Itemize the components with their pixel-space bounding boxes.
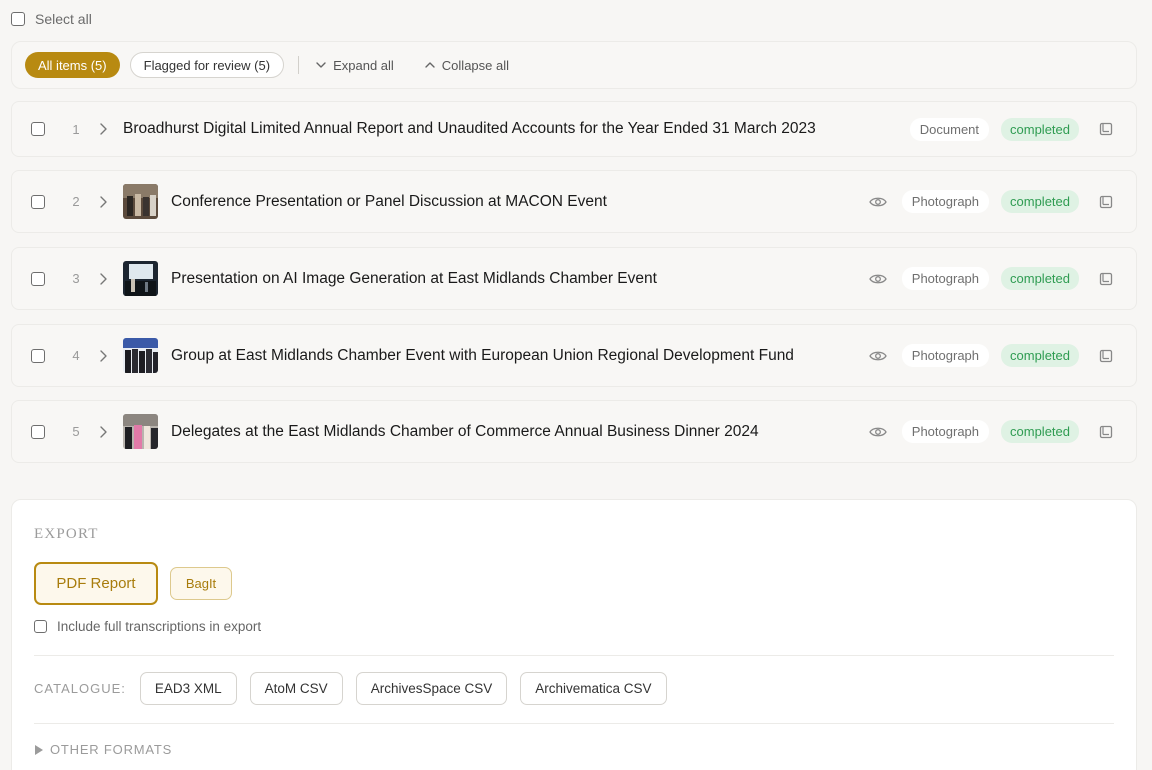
book-icon[interactable] [1099, 272, 1113, 286]
archivematica-csv-button[interactable]: Archivematica CSV [520, 672, 667, 705]
item-thumbnail[interactable] [123, 414, 158, 449]
divider [34, 655, 1114, 656]
type-badge: Document [909, 117, 990, 141]
expand-all-label: Expand all [333, 57, 394, 73]
atom-csv-button[interactable]: AtoM CSV [249, 672, 343, 705]
catalogue-label: CATALOGUE: [34, 681, 126, 696]
expand-all-button[interactable]: Expand all [315, 58, 394, 73]
select-all-label: Select all [35, 11, 92, 27]
export-panel: EXPORT PDF Report BagIt Include full tra… [11, 499, 1137, 770]
item-checkbox[interactable] [31, 271, 45, 286]
item-number: 4 [72, 348, 80, 363]
list-item[interactable]: 2 Conference Presentation or Panel Discu… [11, 170, 1137, 233]
list-item[interactable]: 3 Presentation on AI Image Generation at… [11, 247, 1137, 310]
chevron-right-icon[interactable] [99, 195, 109, 208]
status-badge: completed [1001, 420, 1079, 443]
archivesspace-csv-button[interactable]: ArchivesSpace CSV [355, 672, 508, 705]
divider [34, 723, 1114, 724]
chevron-right-icon[interactable] [99, 123, 109, 135]
include-transcriptions-option[interactable]: Include full transcriptions in export [34, 619, 261, 634]
filter-all-items[interactable]: All items (5) [25, 52, 120, 78]
ead3-xml-button[interactable]: EAD3 XML [139, 672, 237, 705]
eye-icon[interactable] [869, 273, 887, 285]
item-title[interactable]: Broadhurst Digital Limited Annual Report… [123, 120, 816, 138]
type-badge: Photograph [901, 190, 990, 213]
eye-icon[interactable] [869, 350, 887, 362]
filter-bar: All items (5) Flagged for review (5) Exp… [11, 41, 1137, 89]
book-icon[interactable] [1099, 122, 1113, 136]
bagit-button[interactable]: BagIt [170, 567, 232, 600]
item-thumbnail[interactable] [123, 184, 158, 219]
list-item[interactable]: 5 Delegates at the East Midlands Chamber… [11, 400, 1137, 463]
item-number: 2 [72, 194, 80, 209]
item-title[interactable]: Delegates at the East Midlands Chamber o… [171, 423, 759, 441]
type-badge: Photograph [901, 420, 990, 443]
triangle-right-icon [35, 744, 43, 755]
type-badge: Photograph [901, 267, 990, 290]
other-formats-toggle[interactable]: OTHER FORMATS [34, 742, 172, 757]
eye-icon[interactable] [869, 426, 887, 438]
item-title[interactable]: Conference Presentation or Panel Discuss… [171, 193, 607, 211]
book-icon[interactable] [1099, 425, 1113, 439]
chevron-down-icon [316, 62, 326, 68]
status-badge: completed [1001, 267, 1079, 290]
pdf-report-button[interactable]: PDF Report [34, 562, 158, 605]
item-title[interactable]: Presentation on AI Image Generation at E… [171, 270, 657, 288]
include-transcriptions-checkbox[interactable] [34, 620, 47, 633]
filter-divider [298, 56, 300, 74]
select-all-checkbox[interactable] [11, 12, 25, 26]
item-thumbnail[interactable] [123, 338, 158, 373]
export-heading: EXPORT [34, 526, 99, 542]
chevron-right-icon[interactable] [99, 425, 109, 438]
chevron-right-icon[interactable] [99, 272, 109, 285]
book-icon[interactable] [1099, 349, 1113, 363]
other-formats-label: OTHER FORMATS [50, 742, 173, 757]
status-badge: completed [1001, 344, 1079, 367]
status-badge: completed [1001, 190, 1079, 213]
chevron-right-icon[interactable] [99, 349, 109, 362]
item-title[interactable]: Group at East Midlands Chamber Event wit… [171, 347, 794, 365]
eye-icon[interactable] [869, 196, 887, 208]
list-item[interactable]: 4 Group at East Midlands Chamber Event w… [11, 324, 1137, 387]
chevron-up-icon [425, 62, 435, 68]
item-number: 3 [72, 271, 80, 286]
collapse-all-button[interactable]: Collapse all [424, 58, 509, 73]
item-thumbnail[interactable] [123, 261, 158, 296]
collapse-all-label: Collapse all [441, 57, 509, 73]
item-checkbox[interactable] [31, 194, 45, 209]
item-checkbox[interactable] [31, 424, 45, 439]
catalogue-row: CATALOGUE: EAD3 XML AtoM CSV ArchivesSpa… [34, 672, 680, 705]
type-badge: Photograph [901, 344, 990, 367]
select-all[interactable]: Select all [11, 11, 92, 27]
item-number: 1 [72, 121, 80, 137]
book-icon[interactable] [1099, 195, 1113, 209]
filter-flagged[interactable]: Flagged for review (5) [129, 52, 285, 78]
status-badge: completed [1001, 117, 1079, 141]
include-transcriptions-label: Include full transcriptions in export [57, 619, 262, 634]
item-number: 5 [72, 424, 80, 439]
list-item[interactable]: 1 Broadhurst Digital Limited Annual Repo… [11, 101, 1137, 157]
item-checkbox[interactable] [31, 122, 45, 136]
item-checkbox[interactable] [31, 348, 45, 363]
